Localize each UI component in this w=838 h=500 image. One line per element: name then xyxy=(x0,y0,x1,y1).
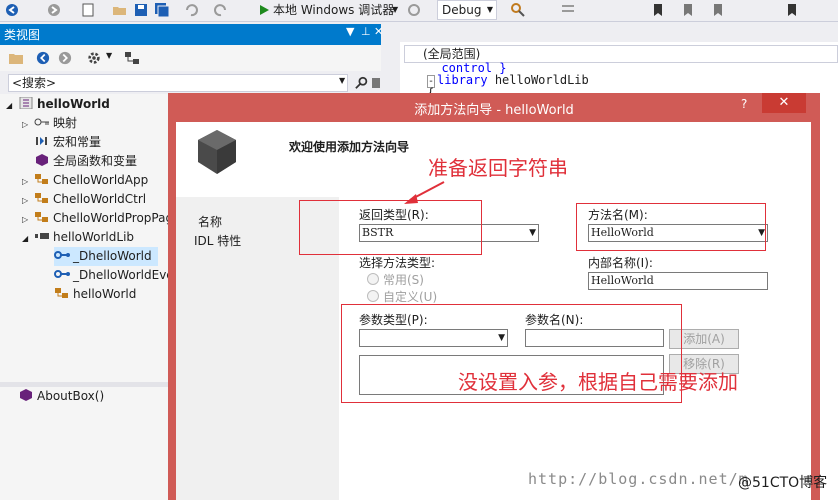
bookmark-clear-icon[interactable] xyxy=(784,2,800,18)
class-icon xyxy=(35,193,48,203)
tree-item-interface-selected[interactable]: _DhelloWorld xyxy=(54,247,158,266)
radio-custom[interactable] xyxy=(367,290,379,302)
interface-icon xyxy=(54,270,70,278)
dialog-title: 添加方法向导 - helloWorld xyxy=(414,103,574,118)
start-debug-icon[interactable] xyxy=(256,2,272,18)
annotation-no-params: 没设置入参，根据自己需要添加 xyxy=(458,370,738,394)
class-view-toolbar: ▼ xyxy=(0,45,381,71)
forward-icon[interactable] xyxy=(58,51,72,65)
bookmark-next-icon[interactable] xyxy=(710,2,726,18)
new-project-icon[interactable] xyxy=(80,2,96,18)
redo-icon[interactable] xyxy=(213,2,229,18)
tree-item-interface[interactable]: _DhelloWorldEve xyxy=(54,266,174,285)
radio-common-label: 常用(S) xyxy=(383,273,424,287)
wizard-logo-icon xyxy=(198,130,236,174)
library-icon xyxy=(35,233,49,239)
project-icon xyxy=(19,97,33,109)
save-icon[interactable] xyxy=(133,2,149,18)
panel-menu-icon[interactable]: ▼ xyxy=(346,25,354,38)
chevron-down-icon[interactable]: ▼ xyxy=(339,76,345,85)
tree-item-class[interactable]: ▷ ChelloWorldPropPag xyxy=(22,209,173,228)
tree-item-map[interactable]: ▷ 映射 xyxy=(22,114,77,133)
annotation-return-string: 准备返回字符串 xyxy=(428,156,568,180)
nav-item-idl[interactable]: IDL 特性 xyxy=(194,232,241,249)
chevron-down-icon: ▼ xyxy=(529,228,536,238)
watermark-site: @51CTO博客 xyxy=(738,475,828,491)
annotation-arrow-icon xyxy=(404,181,445,204)
tree-item-class[interactable]: ▷ ChelloWorldCtrl xyxy=(22,190,146,209)
class-icon xyxy=(35,174,48,184)
undo-icon[interactable] xyxy=(183,2,199,18)
annotation-box-return-type xyxy=(299,200,482,255)
annotation-box-method-name xyxy=(576,203,766,251)
internal-name-field[interactable]: HelloWorld xyxy=(588,272,768,290)
tree-item-class[interactable]: ▷ ChelloWorldApp xyxy=(22,171,148,190)
find-icon[interactable] xyxy=(510,2,526,18)
main-toolbar: 本地 Windows 调试器 ▼ Debug ▼ xyxy=(0,0,838,22)
radio-common[interactable] xyxy=(367,273,379,285)
search-options-icon[interactable] xyxy=(371,76,381,90)
back-icon[interactable] xyxy=(36,51,50,65)
member-item[interactable]: AboutBox() xyxy=(18,387,104,406)
nav-item-name[interactable]: 名称 xyxy=(198,213,222,230)
watermark-url: http://blog.csdn.net/m xyxy=(528,470,749,488)
internal-name-label: 内部名称(I): xyxy=(588,256,653,270)
map-icon xyxy=(34,118,49,126)
config-dropdown[interactable]: Debug ▼ xyxy=(437,0,497,20)
bookmark-prev-icon[interactable] xyxy=(680,2,696,18)
dialog-titlebar: 添加方法向导 - helloWorld xyxy=(168,93,820,121)
chevron-down-icon[interactable]: ▼ xyxy=(392,0,398,22)
forward-icon[interactable] xyxy=(46,2,62,18)
welcome-heading: 欢迎使用添加方法向导 xyxy=(289,140,410,154)
gear-icon[interactable] xyxy=(87,51,101,65)
new-folder-icon[interactable] xyxy=(8,51,24,65)
refresh-icon[interactable] xyxy=(406,2,422,18)
collapsed-icon[interactable]: ▷ xyxy=(22,172,34,191)
collapsed-icon[interactable]: ▷ xyxy=(22,191,34,210)
pin-icon[interactable]: ⊥ xyxy=(361,25,371,38)
close-icon[interactable]: ✕ xyxy=(374,25,383,38)
open-icon[interactable] xyxy=(112,2,128,18)
method-icon xyxy=(20,389,32,401)
radio-custom-label: 自定义(U) xyxy=(383,290,438,304)
method-type-label: 选择方法类型: xyxy=(359,256,436,270)
chevron-down-icon[interactable]: ▼ xyxy=(106,51,112,60)
class-view-title: 类视图 xyxy=(4,28,41,42)
class-diagram-icon[interactable] xyxy=(124,51,140,65)
macro-icon xyxy=(36,137,47,145)
search-icon[interactable] xyxy=(355,76,369,90)
collapsed-icon[interactable]: ▷ xyxy=(22,115,34,134)
save-all-icon[interactable] xyxy=(154,2,170,18)
search-input[interactable]: <搜索> xyxy=(8,74,348,92)
close-button[interactable]: ✕ xyxy=(762,93,806,113)
expanded-icon[interactable]: ◢ xyxy=(22,229,34,248)
tree-item-globals[interactable]: 全局函数和变量 xyxy=(34,152,137,171)
class-view-titlebar: 类视图 ▼ ⊥ ✕ xyxy=(0,24,383,45)
comment-icon[interactable] xyxy=(560,2,576,18)
tree-item-class[interactable]: helloWorld xyxy=(54,285,136,304)
interface-icon xyxy=(54,251,70,259)
bookmark-icon[interactable] xyxy=(650,2,666,18)
collapsed-icon[interactable]: ▷ xyxy=(22,210,34,229)
class-icon xyxy=(55,288,68,298)
class-icon xyxy=(35,212,48,222)
globals-icon xyxy=(36,154,48,166)
help-button[interactable]: ? xyxy=(741,97,747,111)
code-line: - library helloWorldLib xyxy=(427,73,589,88)
chevron-down-icon: ▼ xyxy=(486,5,493,14)
expanded-icon[interactable]: ◢ xyxy=(6,96,18,115)
tree-item-macros[interactable]: 宏和常量 xyxy=(34,133,101,152)
run-target-label[interactable]: 本地 Windows 调试器 xyxy=(273,0,394,22)
tree-item-library[interactable]: ◢ helloWorldLib xyxy=(22,228,134,247)
tree-item-project[interactable]: ◢ helloWorld xyxy=(6,95,110,114)
back-icon[interactable] xyxy=(4,2,20,18)
